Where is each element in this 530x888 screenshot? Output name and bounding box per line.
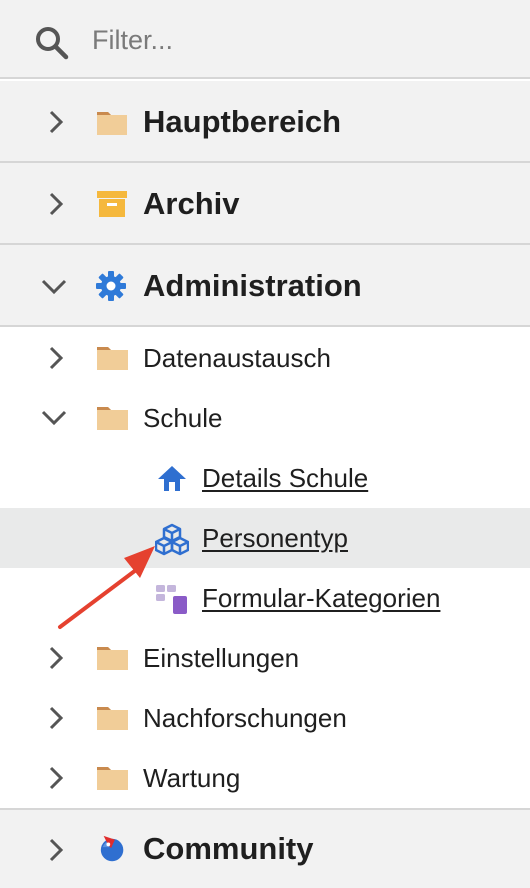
tree-item-label: Nachforschungen: [143, 703, 347, 733]
folder-icon: [97, 347, 128, 370]
folder-icon: [97, 767, 128, 790]
chevron-right-icon[interactable]: [44, 704, 68, 732]
gear-icon: [96, 271, 126, 301]
chevron-right-icon[interactable]: [44, 344, 68, 372]
archive-box-icon: [97, 191, 127, 217]
tree-item-link[interactable]: Personentyp: [202, 522, 348, 554]
cubes-icon: [155, 523, 189, 556]
chevron-right-icon[interactable]: [44, 836, 68, 864]
house-icon: [158, 466, 186, 491]
tree-item-einstellungen[interactable]: Einstellungen: [0, 628, 530, 688]
form-categories-icon: [156, 585, 187, 614]
chevron-right-icon[interactable]: [44, 108, 68, 136]
search-icon: [36, 27, 69, 60]
section-label: Community: [143, 831, 314, 866]
filter-bar: [0, 0, 530, 79]
tree-item-datenaustausch[interactable]: Datenaustausch: [0, 328, 530, 388]
folder-icon: [97, 707, 128, 730]
section-archiv[interactable]: Archiv: [0, 163, 530, 245]
folder-icon: [97, 647, 128, 670]
tree-item-formular-kategorien[interactable]: Formular-Kategorien: [0, 568, 530, 628]
chevron-right-icon[interactable]: [44, 764, 68, 792]
tree-item-label: Einstellungen: [143, 643, 300, 673]
tree-item-link[interactable]: Details Schule: [202, 462, 368, 494]
section-label: Archiv: [143, 186, 240, 221]
chevron-down-icon[interactable]: [40, 275, 68, 299]
section-label: Hauptbereich: [143, 104, 342, 139]
section-administration[interactable]: Administration: [0, 245, 530, 327]
folder-icon: [97, 407, 128, 430]
chevron-right-icon[interactable]: [44, 190, 68, 218]
chevron-right-icon[interactable]: [44, 644, 68, 672]
tree-item-label: Schule: [143, 403, 223, 433]
section-community[interactable]: Community: [0, 808, 530, 888]
chevron-down-icon[interactable]: [40, 406, 68, 430]
section-label: Administration: [143, 268, 362, 303]
tree-item-schule[interactable]: Schule: [0, 388, 530, 448]
tree-item-label: Datenaustausch: [143, 343, 331, 373]
tree-item-link[interactable]: Formular-Kategorien: [202, 582, 440, 614]
filter-input[interactable]: [92, 20, 492, 60]
folder-icon: [97, 112, 127, 135]
community-globe-icon: [100, 835, 124, 862]
tree-item-label: Wartung: [143, 763, 241, 793]
tree-item-wartung[interactable]: Wartung: [0, 748, 530, 808]
tree-item-nachforschungen[interactable]: Nachforschungen: [0, 688, 530, 748]
tree-item-personentyp[interactable]: Personentyp: [0, 508, 530, 568]
section-hauptbereich[interactable]: Hauptbereich: [0, 81, 530, 163]
tree-item-details-schule[interactable]: Details Schule: [0, 448, 530, 508]
